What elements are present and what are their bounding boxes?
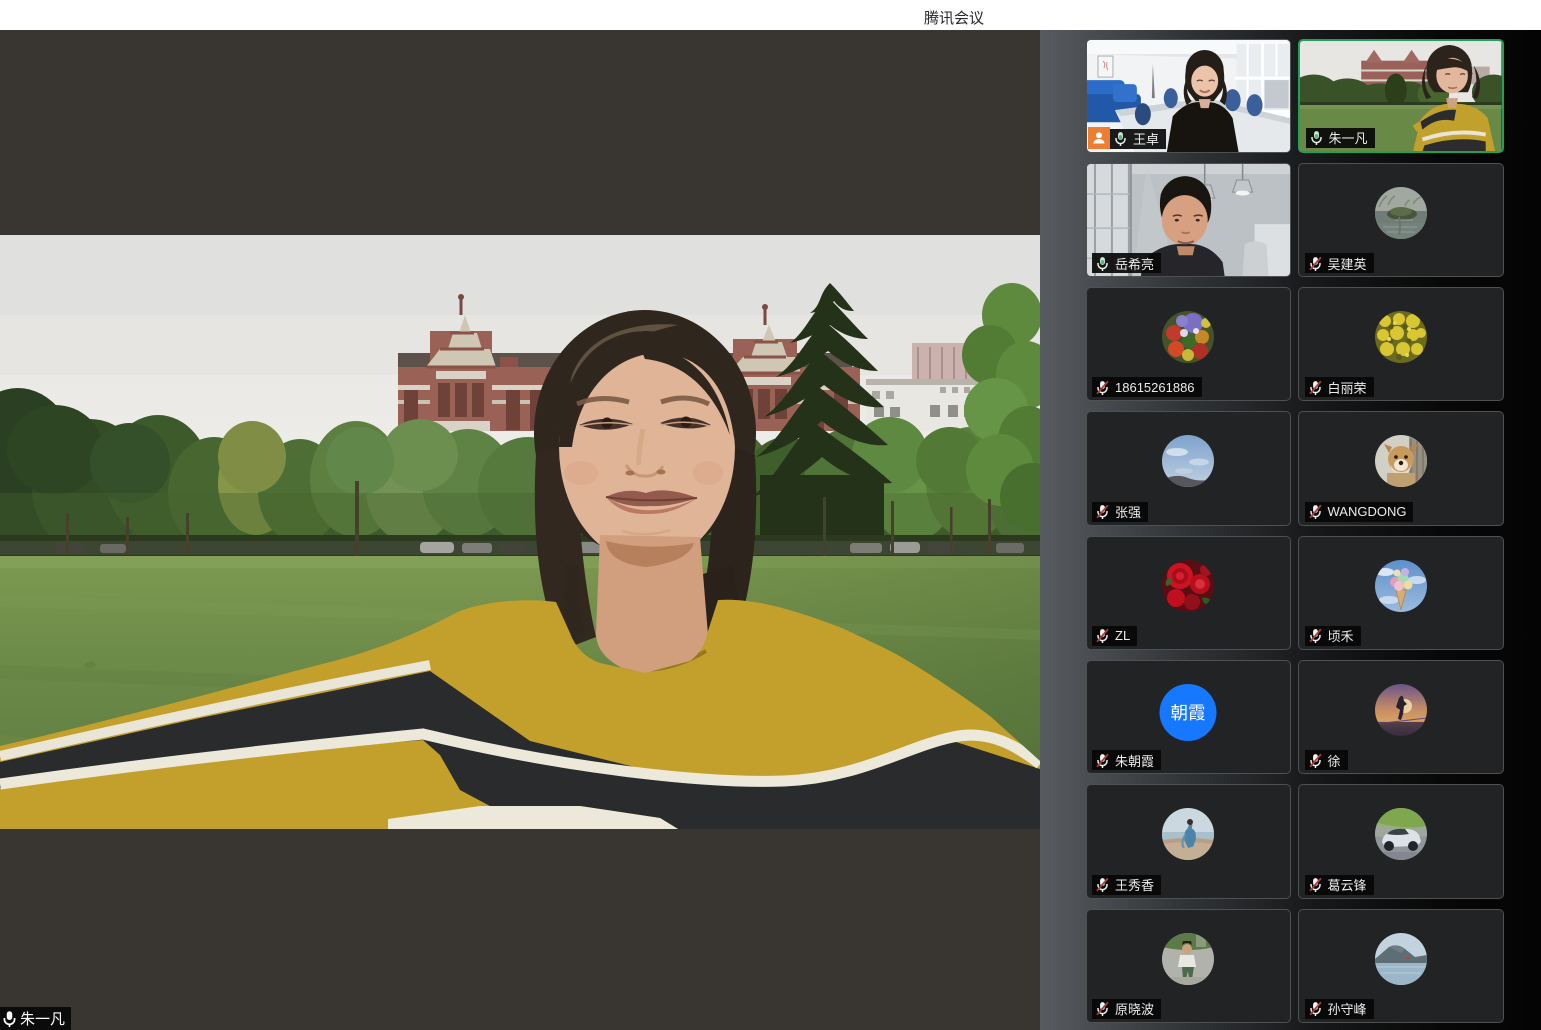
svg-text:朝霞: 朝霞 — [1171, 703, 1206, 723]
